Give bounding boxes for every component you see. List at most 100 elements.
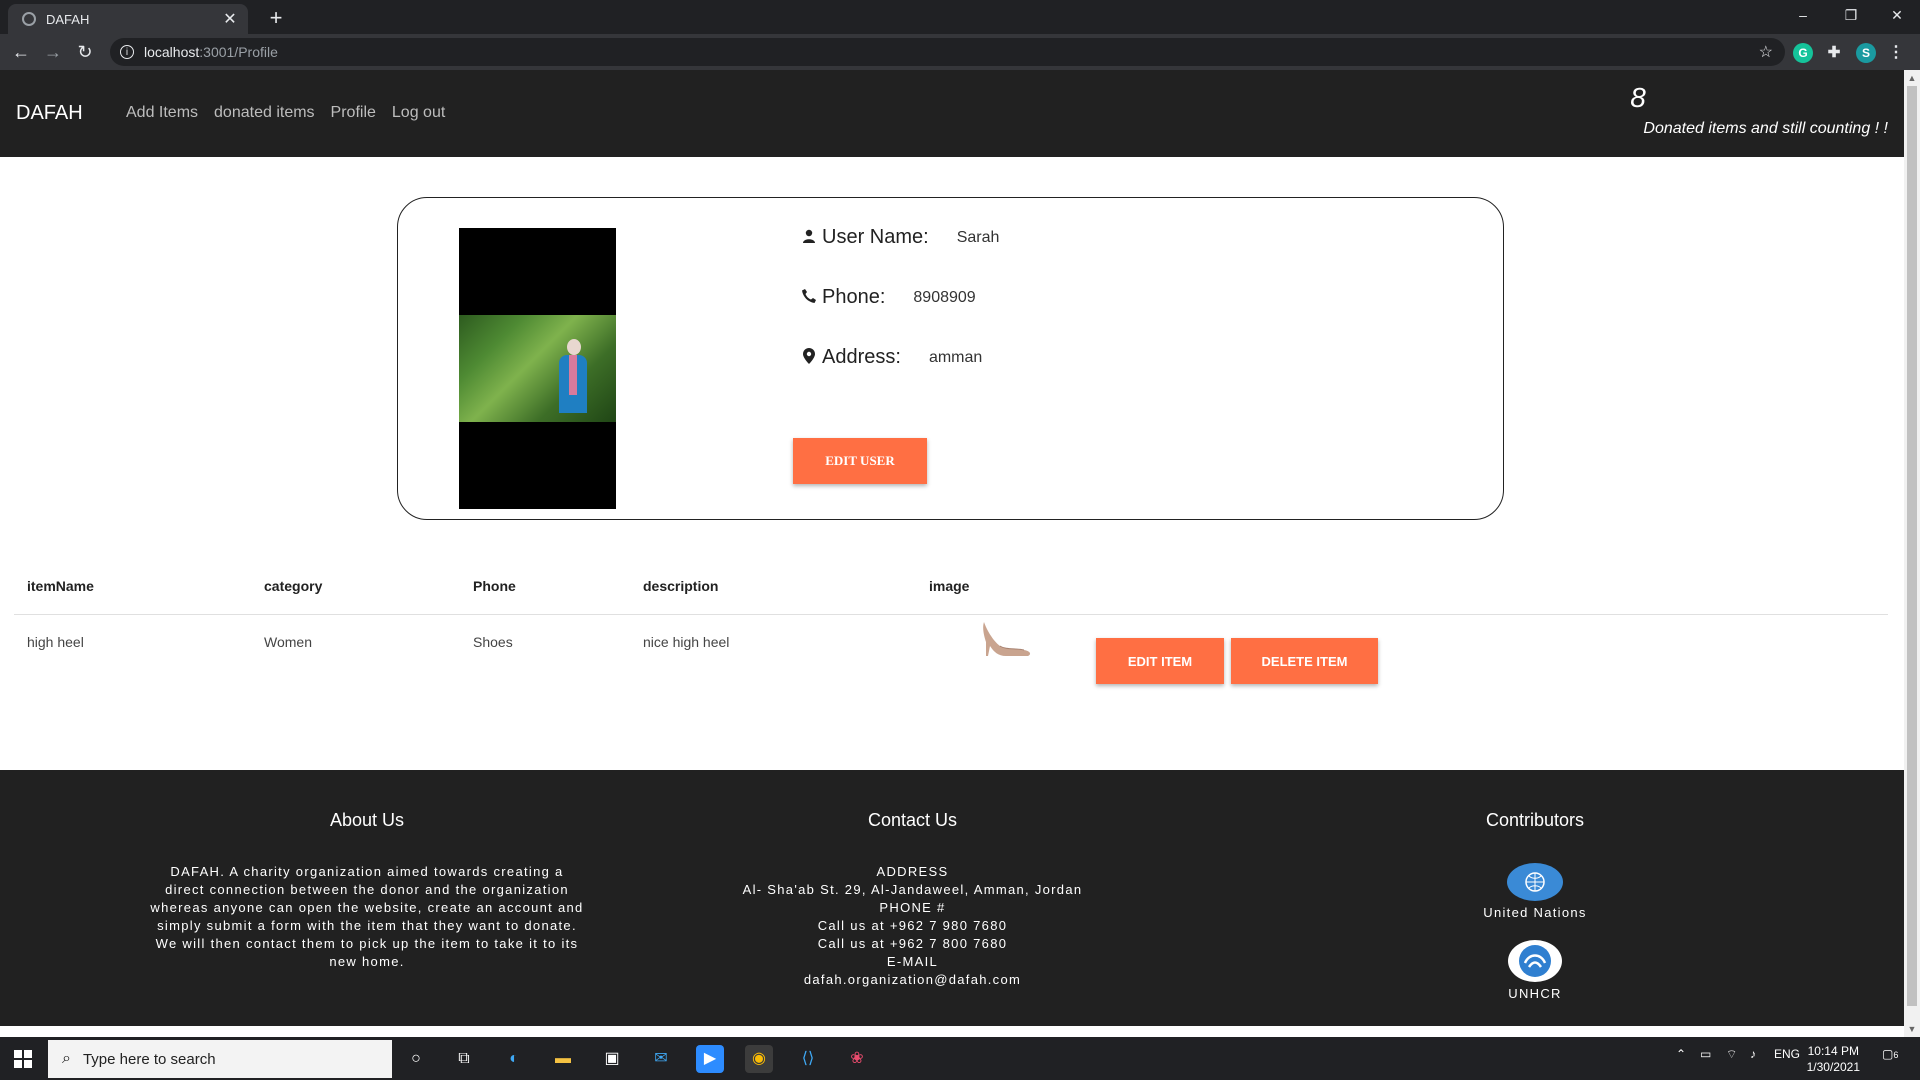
cell-item-name: high heel	[27, 634, 84, 650]
nav-links: Add Items donated items Profile Log out	[126, 104, 445, 122]
windows-start-icon[interactable]	[14, 1050, 32, 1068]
header-item-name: itemName	[27, 578, 94, 594]
forward-arrow-icon[interactable]: →	[38, 37, 68, 67]
address-field: Address: amman	[802, 346, 982, 369]
footer-contributors: Contributors United Nations UNHCR	[1435, 810, 1635, 1001]
address-label: Address:	[822, 346, 901, 368]
profile-avatar[interactable]: S	[1856, 43, 1876, 63]
new-tab-button[interactable]: +	[262, 4, 290, 32]
header-phone: Phone	[473, 578, 516, 594]
cell-category: Women	[264, 634, 312, 650]
contact-email[interactable]: dafah.organization@dafah.com	[700, 971, 1125, 989]
phone-label: Phone:	[822, 286, 886, 308]
footer-about: About Us DAFAH. A charity organization a…	[150, 810, 584, 971]
volume-icon[interactable]: ♪	[1750, 1047, 1756, 1061]
about-text: DAFAH. A charity organization aimed towa…	[150, 864, 584, 969]
clock-time: 10:14 PM	[1807, 1044, 1859, 1058]
nav-add-items[interactable]: Add Items	[126, 104, 198, 122]
unhcr-logo-icon	[1508, 940, 1562, 982]
header-image: image	[929, 578, 970, 594]
site-info-icon[interactable]: i	[120, 45, 134, 59]
scroll-up-icon[interactable]: ▲	[1904, 70, 1920, 86]
item-image-high-heel	[976, 618, 1036, 658]
contact-phone-heading: PHONE #	[879, 900, 946, 915]
brand-logo[interactable]: DAFAH	[16, 102, 83, 125]
contact-phone-1: Call us at +962 7 980 7680	[817, 918, 1008, 933]
contact-address: Al- Sha'ab St. 29, Al-Jandaweel, Amman, …	[742, 882, 1083, 897]
zoom-icon[interactable]: ▶	[696, 1045, 724, 1073]
notification-count: 6	[1893, 1050, 1899, 1060]
mail-icon[interactable]: ✉	[647, 1045, 675, 1073]
nav-profile[interactable]: Profile	[331, 104, 376, 122]
phone-field: Phone: 8908909	[802, 286, 976, 309]
contact-email-heading: E-MAIL	[886, 954, 939, 969]
contact-phone-2: Call us at +962 7 800 7680	[817, 936, 1008, 951]
address-value: amman	[928, 348, 983, 366]
donation-counter: 8 Donated items and still counting ! !	[1618, 82, 1888, 138]
united-nations-logo-icon	[1507, 863, 1563, 901]
username-label: User Name:	[822, 226, 929, 248]
browser-tabstrip: DAFAH ✕ + – ❐ ✕	[0, 0, 1920, 34]
notification-center-icon[interactable]: ▢6	[1882, 1047, 1898, 1061]
address-bar[interactable]: i localhost :3001/Profile ☆	[110, 38, 1785, 66]
tray-chevron-icon[interactable]: ⌃	[1676, 1047, 1686, 1061]
vscode-icon[interactable]: ⟨⟩	[794, 1045, 822, 1073]
app-navbar: DAFAH Add Items donated items Profile Lo…	[0, 70, 1904, 157]
map-marker-icon	[802, 347, 816, 368]
table-divider	[14, 614, 1888, 615]
language-indicator[interactable]: ENG	[1774, 1047, 1800, 1061]
taskbar-search-placeholder: Type here to search	[82, 1050, 216, 1068]
user-icon	[802, 229, 816, 247]
chrome-icon[interactable]: ◉	[745, 1045, 773, 1073]
globe-icon	[22, 12, 36, 26]
donated-count: 8	[1630, 82, 1646, 113]
cortana-icon[interactable]: ○	[402, 1045, 430, 1073]
contributor-un: United Nations	[1483, 905, 1587, 920]
window-close-button[interactable]: ✕	[1874, 0, 1920, 30]
browser-toolbar: ← → ↻ i localhost :3001/Profile ☆ G ✚ S …	[0, 34, 1920, 70]
counter-text: Donated items and still counting ! !	[1643, 120, 1888, 137]
clock-date: 1/30/2021	[1806, 1060, 1860, 1074]
store-icon[interactable]: ▣	[598, 1045, 626, 1073]
grammarly-extension-icon[interactable]: G	[1793, 43, 1813, 63]
page-scrollbar[interactable]: ▲ ▼	[1904, 70, 1920, 1037]
reload-icon[interactable]: ↻	[70, 37, 100, 67]
app-icon[interactable]: ❀	[843, 1045, 871, 1073]
cell-phone: Shoes	[473, 634, 513, 650]
nav-donated-items[interactable]: donated items	[214, 104, 315, 122]
taskbar-search-input[interactable]: ⌕ Type here to search	[48, 1040, 392, 1078]
browser-menu-icon[interactable]: ⋮	[1886, 43, 1906, 63]
window-minimize-button[interactable]: –	[1780, 0, 1826, 30]
footer: About Us DAFAH. A charity organization a…	[0, 770, 1904, 1026]
edit-item-button[interactable]: EDIT ITEM	[1096, 638, 1224, 684]
cell-description: nice high heel	[643, 634, 730, 650]
username-value: Sarah	[956, 228, 1000, 246]
scroll-down-icon[interactable]: ▼	[1904, 1021, 1920, 1037]
search-icon: ⌕	[62, 1050, 71, 1067]
profile-card: User Name: Sarah Phone: 8908909 Address:…	[397, 197, 1504, 520]
contact-address-heading: ADDRESS	[876, 864, 949, 879]
window-restore-button[interactable]: ❐	[1828, 0, 1874, 30]
taskbar-clock[interactable]: 10:14 PM 1/30/2021	[1807, 1043, 1860, 1075]
tab-title: DAFAH	[46, 11, 90, 27]
delete-item-button[interactable]: DELETE ITEM	[1231, 638, 1378, 684]
extensions-puzzle-icon[interactable]: ✚	[1824, 43, 1844, 63]
bookmark-star-icon[interactable]: ☆	[1759, 42, 1773, 62]
wifi-icon[interactable]: ⌔	[1726, 1047, 1737, 1062]
battery-icon[interactable]: ▭	[1700, 1047, 1711, 1061]
file-explorer-icon[interactable]: ▬	[549, 1045, 577, 1073]
header-category: category	[264, 578, 323, 594]
contributors-title: Contributors	[1485, 810, 1585, 830]
nav-log-out[interactable]: Log out	[392, 104, 445, 122]
footer-contact: Contact Us ADDRESS Al- Sha'ab St. 29, Al…	[700, 810, 1125, 989]
browser-tab[interactable]: DAFAH ✕	[8, 4, 248, 34]
tab-close-icon[interactable]: ✕	[220, 9, 240, 29]
edge-icon[interactable]: ◐	[500, 1045, 528, 1073]
username-field: User Name: Sarah	[802, 226, 999, 249]
profile-photo-scene	[459, 315, 616, 422]
header-description: description	[643, 578, 719, 594]
edit-user-button[interactable]: EDIT USER	[793, 438, 927, 484]
task-view-icon[interactable]: ⧉	[450, 1045, 478, 1073]
back-arrow-icon[interactable]: ←	[6, 37, 36, 67]
scroll-thumb[interactable]	[1907, 86, 1917, 1006]
